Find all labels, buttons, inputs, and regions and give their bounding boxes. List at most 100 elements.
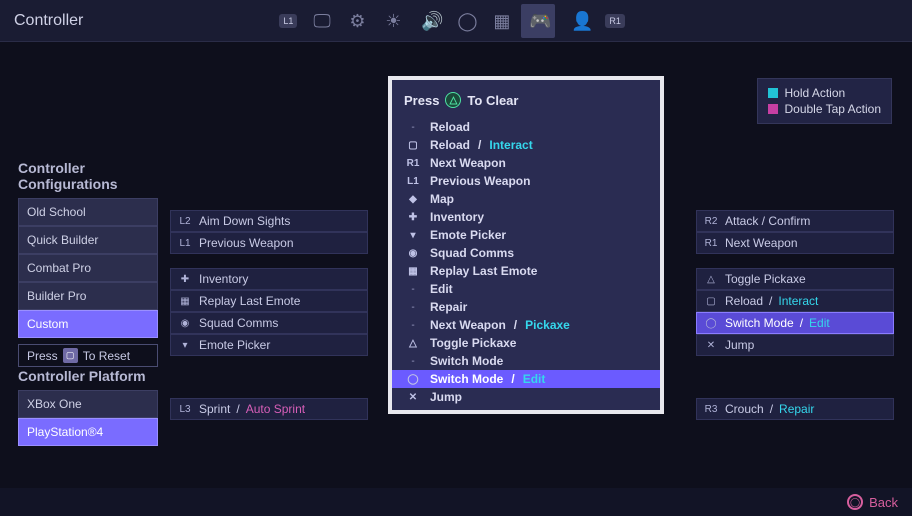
- popup-item[interactable]: ◆ Map: [392, 190, 660, 208]
- popup-item[interactable]: L1Previous Weapon: [392, 172, 660, 190]
- popup-item[interactable]: R1Next Weapon: [392, 154, 660, 172]
- hint-post: To Clear: [467, 93, 518, 108]
- popup-item[interactable]: -Next Weapon / Pickaxe: [392, 316, 660, 334]
- config-option[interactable]: Old School: [18, 198, 158, 226]
- tab-settings[interactable]: ⚙: [341, 4, 375, 38]
- binding-row[interactable]: ✚ Inventory: [170, 268, 368, 290]
- action-picker-popup: Press △ To Clear -Reload▢Reload / Intera…: [388, 76, 664, 414]
- binding-alt: Edit: [809, 316, 830, 330]
- config-option[interactable]: Custom: [18, 310, 158, 338]
- popup-item-label: Repair: [430, 300, 467, 314]
- popup-item-icon: L1: [404, 176, 422, 187]
- tab-keybinds[interactable]: ▦: [485, 4, 519, 38]
- popup-item[interactable]: -Switch Mode: [392, 352, 660, 370]
- clear-hint: Press △ To Clear: [392, 86, 660, 118]
- binding-row[interactable]: ▾Emote Picker: [170, 334, 368, 356]
- speaker-icon: 🔊: [421, 12, 439, 30]
- tab-accessibility[interactable]: ◯: [449, 4, 483, 38]
- popup-item-icon: ◆: [404, 194, 422, 205]
- popup-item[interactable]: ✚Inventory: [392, 208, 660, 226]
- binding-row[interactable]: R2Attack / Confirm: [696, 210, 894, 232]
- tab-strip: L1 🖵 ⚙ ☀ 🔊 ◯ ▦ 🎮 👤 R1: [273, 4, 631, 38]
- binding-alt: Interact: [778, 294, 818, 308]
- binding-row[interactable]: R1Next Weapon: [696, 232, 894, 254]
- popup-item-label: Reload: [430, 120, 470, 134]
- config-option[interactable]: Combat Pro: [18, 254, 158, 282]
- popup-item-alt: Interact: [489, 138, 532, 152]
- popup-item[interactable]: ◉Squad Comms: [392, 244, 660, 262]
- binding-label: Previous Weapon: [199, 236, 294, 250]
- popup-item-icon: R1: [404, 158, 422, 169]
- action-legend: Hold Action Double Tap Action: [757, 78, 892, 124]
- brightness-icon: ☀: [385, 12, 403, 30]
- binding-row[interactable]: △Toggle Pickaxe: [696, 268, 894, 290]
- sprint-row-container: L3Sprint / Auto Sprint: [170, 398, 368, 420]
- legend-double-label: Double Tap Action: [784, 101, 881, 117]
- binding-label: Inventory: [199, 272, 248, 286]
- tab-controller[interactable]: 🎮: [521, 4, 555, 38]
- popup-item-icon: ◉: [404, 248, 422, 259]
- binding-alt: Auto Sprint: [246, 402, 305, 416]
- gamepad-icon: 🎮: [529, 12, 547, 30]
- binding-row[interactable]: ▢Reload / Interact: [696, 290, 894, 312]
- back-button[interactable]: Back: [869, 495, 898, 510]
- binding-icon: ▾: [177, 340, 193, 351]
- popup-item[interactable]: ▾Emote Picker: [392, 226, 660, 244]
- popup-item[interactable]: △ Toggle Pickaxe: [392, 334, 660, 352]
- popup-item-label: Map: [430, 192, 454, 206]
- binding-icon: ▦: [177, 296, 193, 307]
- popup-item-label: Replay Last Emote: [430, 264, 537, 278]
- popup-item-icon: -: [404, 302, 422, 313]
- binding-alt: Repair: [779, 402, 814, 416]
- tab-display[interactable]: 🖵: [305, 4, 339, 38]
- accessibility-icon: ◯: [457, 12, 475, 30]
- tab-audio[interactable]: 🔊: [413, 4, 447, 38]
- binding-label: Next Weapon: [725, 236, 798, 250]
- popup-item-label: Toggle Pickaxe: [430, 336, 516, 350]
- binding-icon: ✚: [177, 274, 193, 285]
- reset-post: To Reset: [83, 349, 130, 363]
- binding-row[interactable]: ✕Jump: [696, 334, 894, 356]
- popup-item-icon: ▾: [404, 230, 422, 241]
- user-icon: 👤: [571, 12, 589, 30]
- binding-row[interactable]: L3Sprint / Auto Sprint: [170, 398, 368, 420]
- tab-brightness[interactable]: ☀: [377, 4, 411, 38]
- popup-item-icon: -: [404, 284, 422, 295]
- reset-hint[interactable]: Press ▢ To Reset: [18, 344, 158, 367]
- popup-item-icon: -: [404, 320, 422, 331]
- platform-option[interactable]: PlayStation®4: [18, 418, 158, 446]
- popup-item[interactable]: ◯Switch Mode / Edit: [392, 370, 660, 388]
- binding-row[interactable]: R3Crouch / Repair: [696, 398, 894, 420]
- bumper-left: L1: [279, 14, 297, 28]
- binding-label: Crouch: [725, 402, 764, 416]
- binding-row[interactable]: ◉Squad Comms: [170, 312, 368, 334]
- binding-icon: R2: [703, 216, 719, 227]
- platform-option[interactable]: XBox One: [18, 390, 158, 418]
- bindings-left: L2Aim Down SightsL1Previous Weapon ✚ Inve…: [170, 210, 368, 356]
- binding-label: Sprint: [199, 402, 230, 416]
- popup-item-alt: Pickaxe: [525, 318, 570, 332]
- popup-item[interactable]: -Edit: [392, 280, 660, 298]
- popup-item-label: Switch Mode: [430, 372, 503, 386]
- popup-item-icon: △: [404, 338, 422, 349]
- binding-row[interactable]: ◯Switch Mode / Edit: [696, 312, 894, 334]
- popup-item[interactable]: ▢Reload / Interact: [392, 136, 660, 154]
- tab-account[interactable]: 👤: [563, 4, 597, 38]
- popup-item-alt: Edit: [523, 372, 546, 386]
- binding-row[interactable]: L1Previous Weapon: [170, 232, 368, 254]
- binding-row[interactable]: L2Aim Down Sights: [170, 210, 368, 232]
- popup-item[interactable]: ✕Jump: [392, 388, 660, 406]
- monitor-icon: 🖵: [313, 12, 331, 30]
- popup-item[interactable]: ▦Replay Last Emote: [392, 262, 660, 280]
- binding-row[interactable]: ▦Replay Last Emote: [170, 290, 368, 312]
- binding-icon: △: [703, 274, 719, 285]
- popup-item-label: Edit: [430, 282, 453, 296]
- bindings-right: R2Attack / ConfirmR1Next Weapon △Toggle …: [696, 210, 894, 356]
- bumper-right: R1: [605, 14, 625, 28]
- config-option[interactable]: Builder Pro: [18, 282, 158, 310]
- page-title: Controller: [14, 12, 83, 30]
- binding-label: Squad Comms: [199, 316, 278, 330]
- popup-item[interactable]: -Repair: [392, 298, 660, 316]
- popup-item[interactable]: -Reload: [392, 118, 660, 136]
- config-option[interactable]: Quick Builder: [18, 226, 158, 254]
